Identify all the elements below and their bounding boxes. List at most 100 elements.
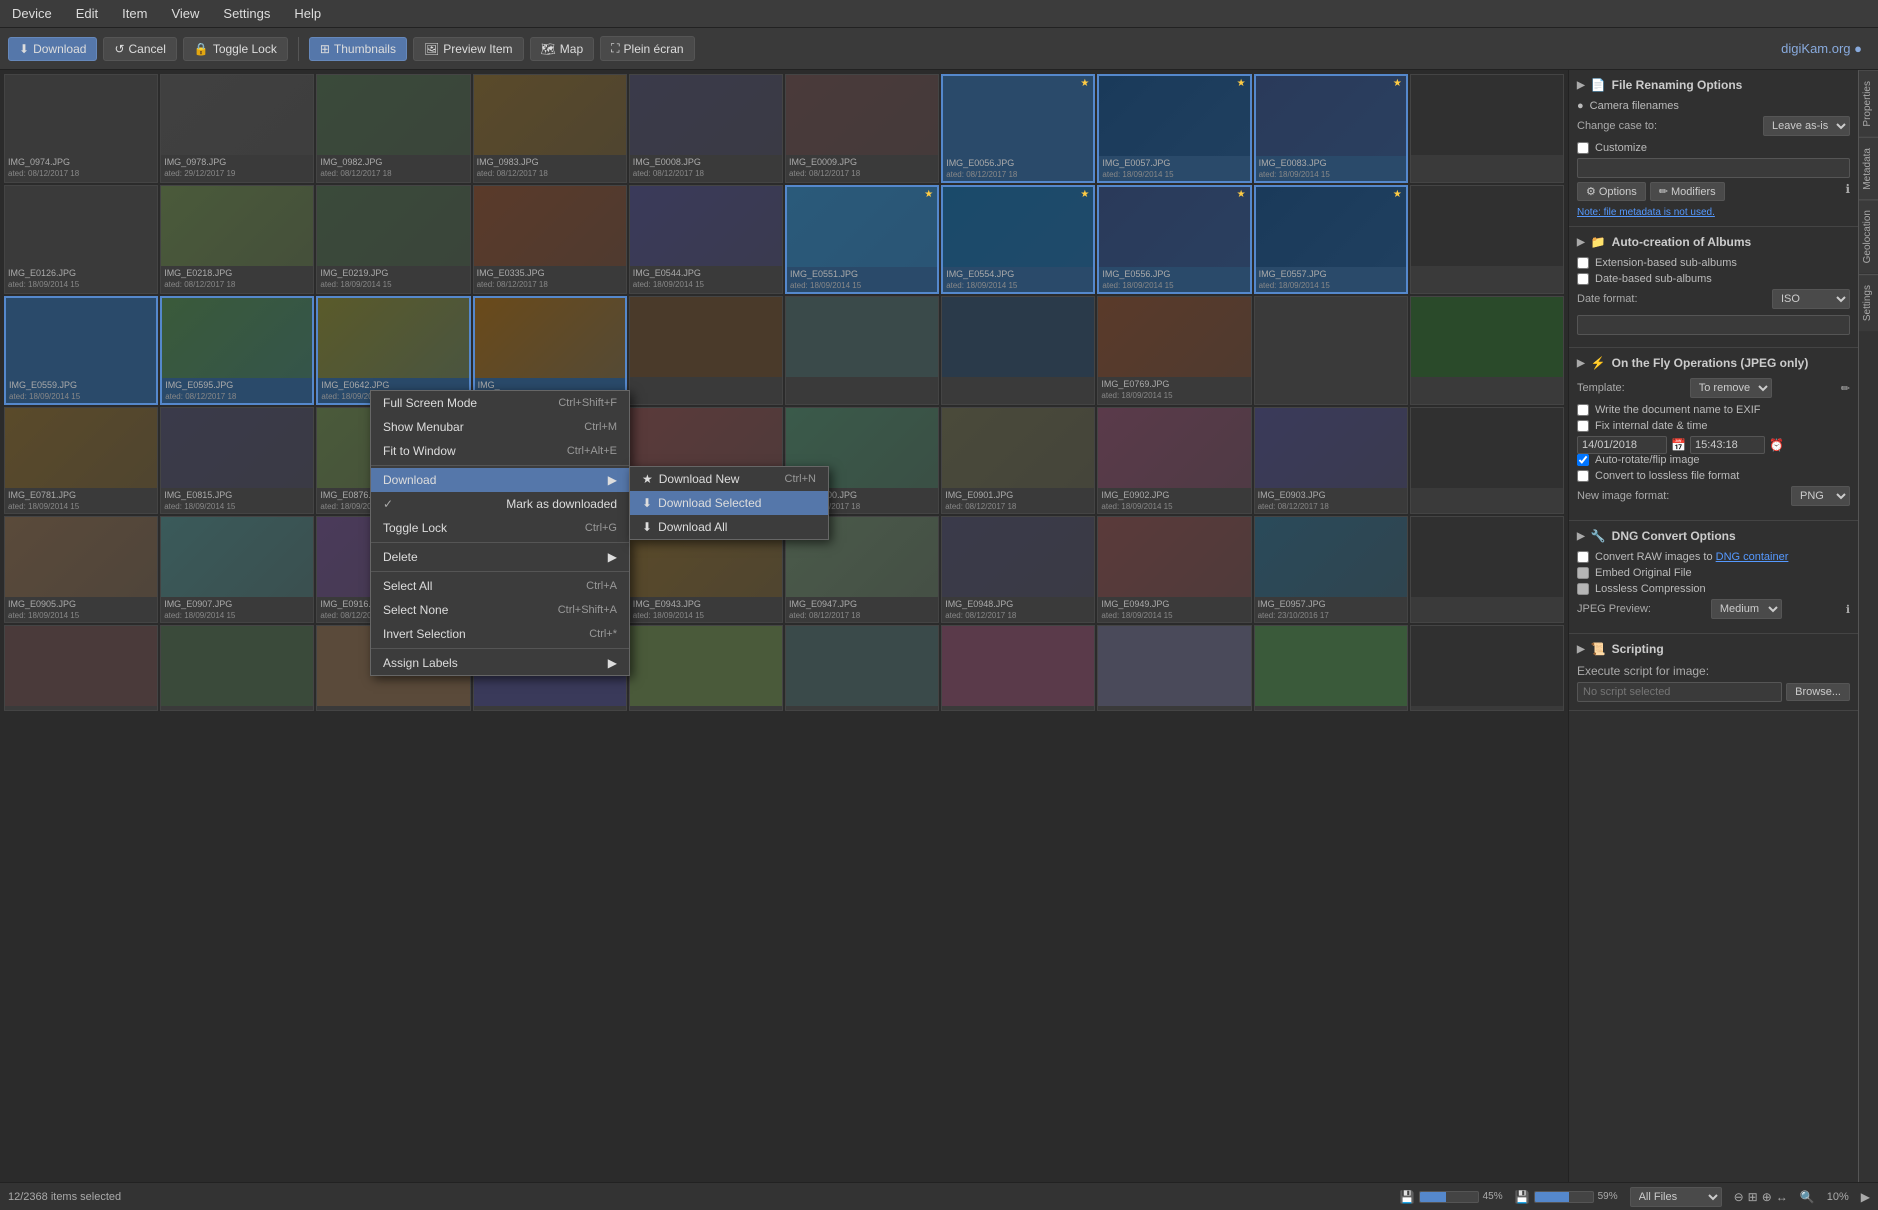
- lossless-compression-checkbox[interactable]: [1577, 583, 1589, 595]
- ctx-show-menubar[interactable]: Show Menubar Ctrl+M: [371, 415, 629, 439]
- fix-date-checkbox[interactable]: [1577, 420, 1589, 432]
- dng-header[interactable]: ▶ 🔧 DNG Convert Options: [1577, 529, 1850, 543]
- thumbnail-item[interactable]: ★IMG_E0556.JPGated: 18/09/2014 15: [1097, 185, 1251, 294]
- thumbnail-item[interactable]: IMG_E0815.JPGated: 18/09/2014 15: [160, 407, 314, 514]
- menu-edit[interactable]: Edit: [72, 4, 102, 23]
- ctx-fit-window[interactable]: Fit to Window Ctrl+Alt+E: [371, 439, 629, 463]
- thumbnail-item[interactable]: [1410, 407, 1564, 514]
- new-format-select[interactable]: PNG TIFF JPEG: [1791, 486, 1850, 506]
- thumbnails-button[interactable]: ⊞ Thumbnails: [309, 37, 407, 61]
- menu-settings[interactable]: Settings: [219, 4, 274, 23]
- submenu-download-all[interactable]: ⬇ Download All: [630, 515, 828, 539]
- tab-metadata[interactable]: Metadata: [1859, 137, 1878, 200]
- thumbnail-item[interactable]: [1097, 625, 1251, 711]
- ctx-toggle-lock[interactable]: Toggle Lock Ctrl+G: [371, 516, 629, 540]
- thumbnail-item[interactable]: ★IMG_E0083.JPGated: 18/09/2014 15: [1254, 74, 1408, 183]
- thumbnail-item[interactable]: [785, 625, 939, 711]
- preview-button[interactable]: 🖼 Preview Item: [413, 37, 524, 61]
- thumbnail-item[interactable]: IMG_ated:: [473, 296, 627, 405]
- thumbnail-item[interactable]: [785, 296, 939, 405]
- browse-button[interactable]: Browse...: [1786, 683, 1850, 701]
- zoom-fit-icon[interactable]: ⊞: [1748, 1190, 1758, 1204]
- thumbnail-item[interactable]: IMG_0983.JPGated: 08/12/2017 18: [473, 74, 627, 183]
- thumbnail-item[interactable]: IMG_E0949.JPGated: 18/09/2014 15: [1097, 516, 1251, 623]
- thumbnail-item[interactable]: [941, 625, 1095, 711]
- customize-row[interactable]: Customize: [1577, 142, 1850, 154]
- customize-checkbox[interactable]: [1577, 142, 1589, 154]
- menu-help[interactable]: Help: [290, 4, 325, 23]
- date-format-input[interactable]: [1577, 315, 1850, 335]
- metadata-note[interactable]: Note: file metadata is not used.: [1577, 207, 1850, 218]
- scripting-header[interactable]: ▶ 📜 Scripting: [1577, 642, 1850, 656]
- zoom-right-icon[interactable]: ▶: [1861, 1190, 1870, 1204]
- thumbnail-item[interactable]: IMG_E0901.JPGated: 08/12/2017 18: [941, 407, 1095, 514]
- thumbnail-item[interactable]: [629, 625, 783, 711]
- thumbnail-item[interactable]: IMG_E0907.JPGated: 18/09/2014 15: [160, 516, 314, 623]
- menu-device[interactable]: Device: [8, 4, 56, 23]
- thumbnail-item[interactable]: [1410, 296, 1564, 405]
- menu-item[interactable]: Item: [118, 4, 151, 23]
- ctx-assign-labels[interactable]: Assign Labels ▶: [371, 651, 629, 675]
- date-sub-checkbox[interactable]: [1577, 273, 1589, 285]
- thumbnail-item[interactable]: ★IMG_E0057.JPGated: 18/09/2014 15: [1097, 74, 1251, 183]
- ctx-select-none[interactable]: Select None Ctrl+Shift+A: [371, 598, 629, 622]
- thumbnail-item[interactable]: [1254, 296, 1408, 405]
- thumbnail-item[interactable]: IMG_E0008.JPGated: 08/12/2017 18: [629, 74, 783, 183]
- zoom-out-icon[interactable]: ⊖: [1734, 1190, 1744, 1204]
- download-button[interactable]: ⬇ Download: [8, 37, 97, 61]
- thumbnail-item[interactable]: [4, 625, 158, 711]
- menu-view[interactable]: View: [167, 4, 203, 23]
- thumbnail-item[interactable]: [160, 625, 314, 711]
- script-input[interactable]: [1577, 682, 1782, 702]
- embed-original-checkbox[interactable]: [1577, 567, 1589, 579]
- image-grid-container[interactable]: IMG_0974.JPGated: 08/12/2017 18IMG_0978.…: [0, 70, 1568, 1182]
- thumbnail-item[interactable]: ★IMG_E0554.JPGated: 18/09/2014 15: [941, 185, 1095, 294]
- download-submenu[interactable]: ★ Download New Ctrl+N ⬇ Download Selecte…: [629, 466, 829, 540]
- template-edit-icon[interactable]: ✏: [1841, 382, 1850, 395]
- time-input[interactable]: [1690, 436, 1765, 454]
- thumbnail-item[interactable]: IMG_E0642.JPGated: 18/09/2014 15: [316, 296, 470, 405]
- thumbnail-item[interactable]: [1254, 625, 1408, 711]
- auto-albums-header[interactable]: ▶ 📁 Auto-creation of Albums: [1577, 235, 1850, 249]
- zoom-plus-icon[interactable]: ↔: [1776, 1190, 1788, 1204]
- ctx-mark-downloaded[interactable]: ✓ Mark as downloaded: [371, 492, 629, 516]
- write-doc-name-checkbox[interactable]: [1577, 404, 1589, 416]
- submenu-download-new[interactable]: ★ Download New Ctrl+N: [630, 467, 828, 491]
- dng-link[interactable]: DNG container: [1716, 551, 1789, 563]
- template-select[interactable]: To remove None: [1690, 378, 1772, 398]
- thumbnail-item[interactable]: IMG_E0957.JPGated: 23/10/2016 17: [1254, 516, 1408, 623]
- ctx-invert-selection[interactable]: Invert Selection Ctrl+*: [371, 622, 629, 646]
- thumbnail-item[interactable]: [1410, 185, 1564, 294]
- renaming-custom-input[interactable]: [1577, 158, 1850, 178]
- thumbnail-item[interactable]: IMG_E0781.JPGated: 18/09/2014 15: [4, 407, 158, 514]
- plein-ecran-button[interactable]: ⛶ Plein écran: [600, 36, 694, 61]
- tab-geolocation[interactable]: Geolocation: [1859, 199, 1878, 273]
- thumbnail-item[interactable]: ★IMG_E0551.JPGated: 18/09/2014 15: [785, 185, 939, 294]
- thumbnail-item[interactable]: [1410, 74, 1564, 183]
- tab-settings[interactable]: Settings: [1859, 274, 1878, 331]
- thumbnail-item[interactable]: IMG_0974.JPGated: 08/12/2017 18: [4, 74, 158, 183]
- thumbnail-item[interactable]: [1410, 625, 1564, 711]
- thumbnail-item[interactable]: IMG_E0126.JPGated: 18/09/2014 15: [4, 185, 158, 294]
- tab-properties[interactable]: Properties: [1859, 70, 1878, 137]
- thumbnail-item[interactable]: [629, 296, 783, 405]
- thumbnail-item[interactable]: IMG_E0595.JPGated: 08/12/2017 18: [160, 296, 314, 405]
- thumbnail-item[interactable]: [1410, 516, 1564, 623]
- zoom-in-icon[interactable]: ⊕: [1762, 1190, 1772, 1204]
- ctx-select-all[interactable]: Select All Ctrl+A: [371, 574, 629, 598]
- toggle-lock-button[interactable]: 🔒 Toggle Lock: [183, 37, 288, 61]
- thumbnail-item[interactable]: IMG_E0544.JPGated: 18/09/2014 15: [629, 185, 783, 294]
- ctx-fullscreen[interactable]: Full Screen Mode Ctrl+Shift+F: [371, 391, 629, 415]
- files-filter-select[interactable]: All Files Images Only: [1630, 1187, 1722, 1207]
- on-the-fly-header[interactable]: ▶ ⚡ On the Fly Operations (JPEG only): [1577, 356, 1850, 370]
- map-button[interactable]: 🗺 Map: [530, 37, 595, 61]
- lossless-checkbox[interactable]: [1577, 470, 1589, 482]
- thumbnail-item[interactable]: IMG_E0903.JPGated: 08/12/2017 18: [1254, 407, 1408, 514]
- thumbnail-item[interactable]: [941, 296, 1095, 405]
- change-case-select[interactable]: Leave as-is Uppercase Lowercase: [1763, 116, 1850, 136]
- context-menu[interactable]: Full Screen Mode Ctrl+Shift+F Show Menub…: [370, 390, 630, 676]
- date-format-select[interactable]: ISO US European: [1772, 289, 1850, 309]
- cancel-button[interactable]: ↺ Cancel: [103, 37, 176, 61]
- options-button[interactable]: ⚙ Options: [1577, 182, 1646, 201]
- thumbnail-item[interactable]: IMG_E0902.JPGated: 18/09/2014 15: [1097, 407, 1251, 514]
